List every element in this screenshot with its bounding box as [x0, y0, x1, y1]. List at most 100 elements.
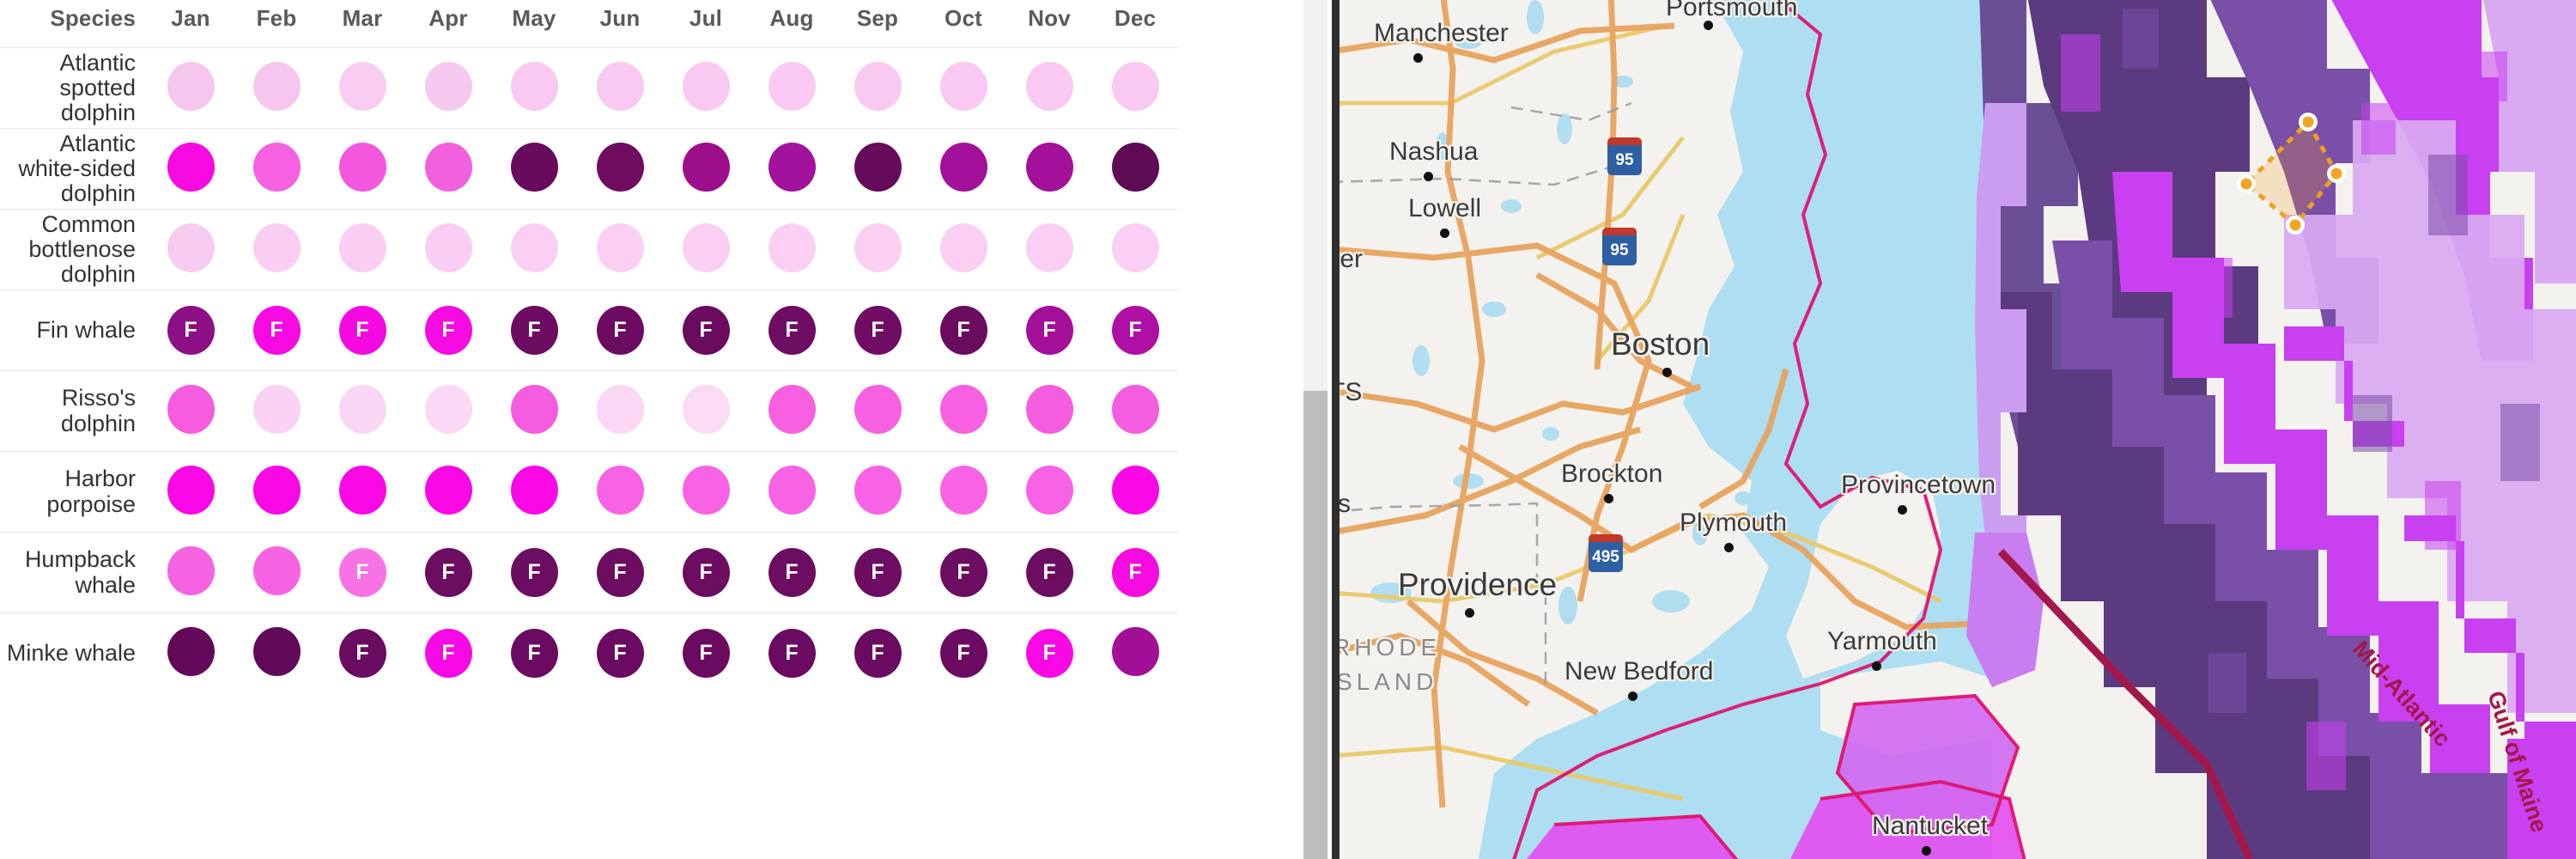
month-cell[interactable]: [319, 129, 405, 210]
month-cell[interactable]: F: [1092, 290, 1178, 371]
month-cell[interactable]: [234, 48, 319, 129]
column-header-apr[interactable]: Apr: [405, 0, 491, 48]
month-cell[interactable]: F: [577, 533, 663, 613]
month-cell[interactable]: [920, 129, 1006, 210]
month-cell[interactable]: [920, 371, 1006, 452]
month-cell[interactable]: F: [577, 290, 663, 371]
month-cell[interactable]: [1092, 210, 1178, 290]
month-cell[interactable]: F: [920, 290, 1006, 371]
month-cell[interactable]: [148, 452, 234, 533]
month-cell[interactable]: [234, 613, 319, 694]
month-cell[interactable]: [405, 210, 491, 290]
month-cell[interactable]: [835, 371, 920, 452]
month-cell[interactable]: [234, 533, 319, 613]
month-cell[interactable]: [1092, 452, 1178, 533]
month-cell[interactable]: F: [1006, 613, 1092, 694]
month-cell[interactable]: F: [835, 290, 920, 371]
vertical-scrollbar-thumb[interactable]: [1303, 391, 1327, 859]
map-panel[interactable]: Manchester Portsmouth Nashua Lowell Boston Br…: [1340, 0, 2576, 859]
column-header-mar[interactable]: Mar: [319, 0, 405, 48]
month-cell[interactable]: [491, 210, 577, 290]
month-cell[interactable]: [835, 48, 920, 129]
month-cell[interactable]: F: [920, 613, 1006, 694]
month-cell[interactable]: [491, 129, 577, 210]
month-cell[interactable]: [234, 129, 319, 210]
month-cell[interactable]: [405, 371, 491, 452]
month-cell[interactable]: F: [319, 533, 405, 613]
species-name-cell[interactable]: Risso's dolphin: [0, 371, 148, 452]
month-cell[interactable]: F: [491, 533, 577, 613]
month-cell[interactable]: [749, 210, 835, 290]
column-header-may[interactable]: May: [491, 0, 577, 48]
month-cell[interactable]: [663, 129, 749, 210]
month-cell[interactable]: [148, 48, 234, 129]
month-cell[interactable]: [920, 210, 1006, 290]
month-cell[interactable]: [1092, 371, 1178, 452]
month-cell[interactable]: [1006, 48, 1092, 129]
month-cell[interactable]: [663, 210, 749, 290]
month-cell[interactable]: [405, 129, 491, 210]
month-cell[interactable]: [405, 452, 491, 533]
month-cell[interactable]: F: [491, 290, 577, 371]
month-cell[interactable]: [1092, 613, 1178, 694]
month-cell[interactable]: [920, 48, 1006, 129]
month-cell[interactable]: [577, 210, 663, 290]
month-cell[interactable]: [835, 129, 920, 210]
month-cell[interactable]: [148, 210, 234, 290]
month-cell[interactable]: [1092, 48, 1178, 129]
month-cell[interactable]: [920, 452, 1006, 533]
column-header-jul[interactable]: Jul: [663, 0, 749, 48]
month-cell[interactable]: [1092, 129, 1178, 210]
column-header-sep[interactable]: Sep: [835, 0, 920, 48]
month-cell[interactable]: F: [577, 613, 663, 694]
month-cell[interactable]: [749, 48, 835, 129]
month-cell[interactable]: [319, 48, 405, 129]
month-cell[interactable]: [491, 371, 577, 452]
month-cell[interactable]: [319, 452, 405, 533]
month-cell[interactable]: [749, 371, 835, 452]
month-cell[interactable]: F: [663, 290, 749, 371]
month-cell[interactable]: [749, 129, 835, 210]
month-cell[interactable]: F: [749, 613, 835, 694]
month-cell[interactable]: [835, 452, 920, 533]
month-cell[interactable]: F: [835, 533, 920, 613]
column-header-aug[interactable]: Aug: [749, 0, 835, 48]
month-cell[interactable]: F: [1006, 533, 1092, 613]
month-cell[interactable]: [491, 48, 577, 129]
month-cell[interactable]: [148, 129, 234, 210]
month-cell[interactable]: [148, 613, 234, 694]
column-header-jun[interactable]: Jun: [577, 0, 663, 48]
month-cell[interactable]: F: [749, 290, 835, 371]
month-cell[interactable]: [577, 129, 663, 210]
month-cell[interactable]: [663, 452, 749, 533]
species-name-cell[interactable]: Atlantic spotted dolphin: [0, 48, 148, 129]
column-header-jan[interactable]: Jan: [148, 0, 234, 48]
month-cell[interactable]: [1006, 210, 1092, 290]
month-cell[interactable]: [1006, 452, 1092, 533]
month-cell[interactable]: F: [920, 533, 1006, 613]
month-cell[interactable]: F: [835, 613, 920, 694]
column-header-oct[interactable]: Oct: [920, 0, 1006, 48]
month-cell[interactable]: F: [319, 613, 405, 694]
species-name-cell[interactable]: Common bottlenose dolphin: [0, 210, 148, 290]
month-cell[interactable]: F: [148, 290, 234, 371]
month-cell[interactable]: [663, 371, 749, 452]
month-cell[interactable]: [234, 371, 319, 452]
month-cell[interactable]: F: [405, 533, 491, 613]
species-name-cell[interactable]: Fin whale: [0, 290, 148, 371]
column-header-feb[interactable]: Feb: [234, 0, 319, 48]
map-canvas[interactable]: Manchester Portsmouth Nashua Lowell Boston Br…: [1340, 0, 2576, 859]
month-cell[interactable]: [319, 371, 405, 452]
month-cell[interactable]: F: [234, 290, 319, 371]
month-cell[interactable]: [663, 48, 749, 129]
month-cell[interactable]: F: [749, 533, 835, 613]
month-cell[interactable]: [1006, 129, 1092, 210]
column-header-species[interactable]: Species: [0, 0, 148, 48]
month-cell[interactable]: [234, 452, 319, 533]
column-header-nov[interactable]: Nov: [1006, 0, 1092, 48]
month-cell[interactable]: F: [1092, 533, 1178, 613]
column-header-dec[interactable]: Dec: [1092, 0, 1178, 48]
month-cell[interactable]: F: [405, 290, 491, 371]
month-cell[interactable]: [405, 48, 491, 129]
species-name-cell[interactable]: Atlantic white-sided dolphin: [0, 129, 148, 210]
